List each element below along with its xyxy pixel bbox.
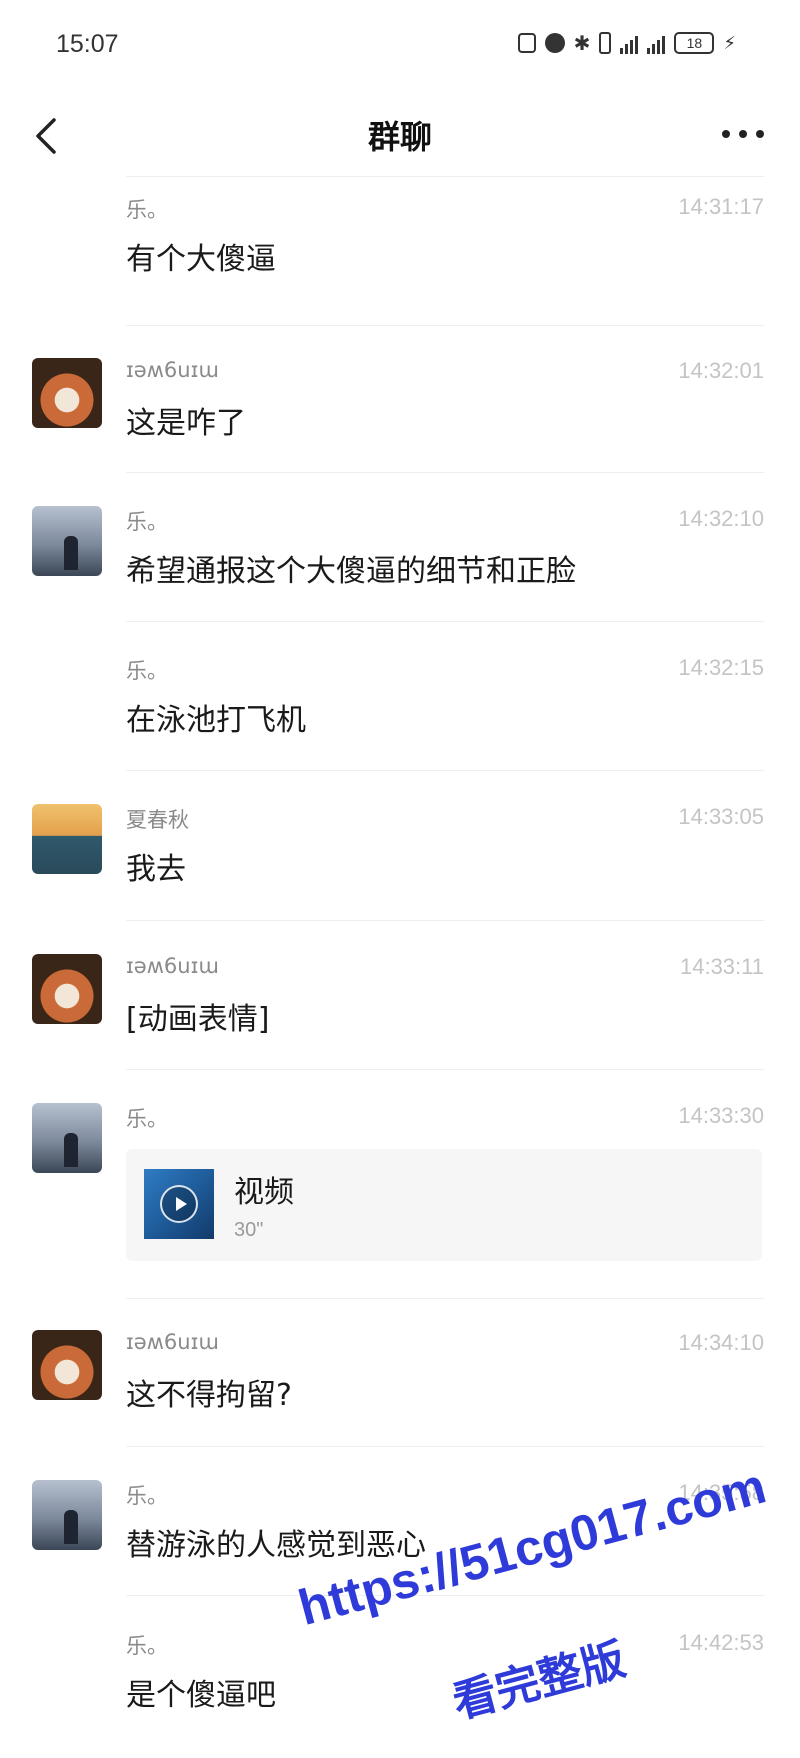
page-title: 群聊: [367, 118, 432, 156]
more-dots-icon[interactable]: [716, 122, 770, 146]
avatar[interactable]: [32, 804, 102, 874]
signal-5g-icon: [647, 32, 666, 54]
sender-name: ɪəʍ6uɪɯ: [126, 1330, 219, 1354]
status-icons: ✱ 18 ⚡: [517, 31, 736, 55]
divider: [126, 770, 764, 771]
sender-name: ɪəʍ6uɪɯ: [126, 954, 219, 978]
header-bar: 群聊: [0, 92, 800, 182]
charging-icon: ⚡: [723, 32, 736, 54]
message-time: 14:33:30: [678, 1103, 764, 1128]
avatar[interactable]: [32, 358, 102, 428]
divider: [126, 1298, 764, 1299]
video-duration: 30": [234, 1219, 264, 1241]
avatar[interactable]: [32, 1103, 102, 1173]
divider: [126, 621, 764, 622]
message-text: 这是咋了: [126, 406, 246, 441]
sender-name: 乐。: [126, 510, 168, 534]
battery-icon: 18: [674, 32, 715, 54]
watermark-subtitle: 看完整版: [447, 1633, 631, 1729]
status-time: 15:07: [56, 30, 119, 58]
message-time: 14:32:01: [678, 358, 764, 383]
sender-name: 乐。: [126, 198, 168, 222]
divider: [126, 325, 764, 326]
message-time: 14:42:53: [678, 1630, 764, 1655]
signal-5g-icon: [620, 32, 639, 54]
sender-name: ɪəʍ6uɪɯ: [126, 358, 219, 382]
nfc-icon: [517, 33, 536, 53]
avatar[interactable]: [32, 954, 102, 1024]
sender-name: 乐。: [126, 659, 168, 683]
divider: [126, 1069, 764, 1070]
sender-name: 乐。: [126, 1107, 168, 1131]
message-time: 14:33:05: [678, 804, 764, 829]
avatar[interactable]: [32, 1480, 102, 1550]
play-icon[interactable]: [160, 1185, 198, 1223]
message-time: 14:35:58: [678, 1480, 764, 1505]
message-time: 14:33:11: [679, 954, 764, 979]
message-text: [动画表情]: [126, 1002, 270, 1037]
message-text: 在泳池打飞机: [126, 703, 306, 738]
message-time: 14:32:10: [678, 506, 764, 531]
sender-name: 乐。: [126, 1634, 168, 1658]
message-text: 替游泳的人感觉到恶心: [126, 1528, 426, 1563]
divider: [126, 920, 764, 921]
video-label: 视频: [234, 1175, 294, 1210]
message-text: 我去: [126, 852, 186, 887]
vibrate-icon: [599, 32, 612, 54]
status-bar: 15:07 ✱ 18 ⚡: [0, 0, 800, 92]
avatar[interactable]: [32, 1330, 102, 1400]
video-message-card[interactable]: 视频 30": [126, 1149, 762, 1261]
divider: [126, 176, 764, 177]
sender-name: 夏春秋: [126, 808, 189, 832]
message-time: 14:31:17: [678, 194, 764, 219]
video-thumbnail[interactable]: [144, 1169, 214, 1239]
message-time: 14:32:15: [678, 655, 764, 680]
divider: [126, 1446, 764, 1447]
message-text: 这不得拘留?: [126, 1378, 292, 1413]
message-text: 有个大傻逼: [126, 242, 276, 277]
sender-name: 乐。: [126, 1484, 168, 1508]
divider: [126, 1595, 764, 1596]
message-text: 是个傻逼吧: [126, 1678, 276, 1713]
avatar[interactable]: [32, 506, 102, 576]
message-time: 14:34:10: [678, 1330, 764, 1355]
message-text: 希望通报这个大傻逼的细节和正脸: [126, 554, 576, 589]
bluetooth-icon: ✱: [573, 31, 591, 55]
divider: [126, 472, 764, 473]
alarm-icon: [544, 33, 565, 53]
